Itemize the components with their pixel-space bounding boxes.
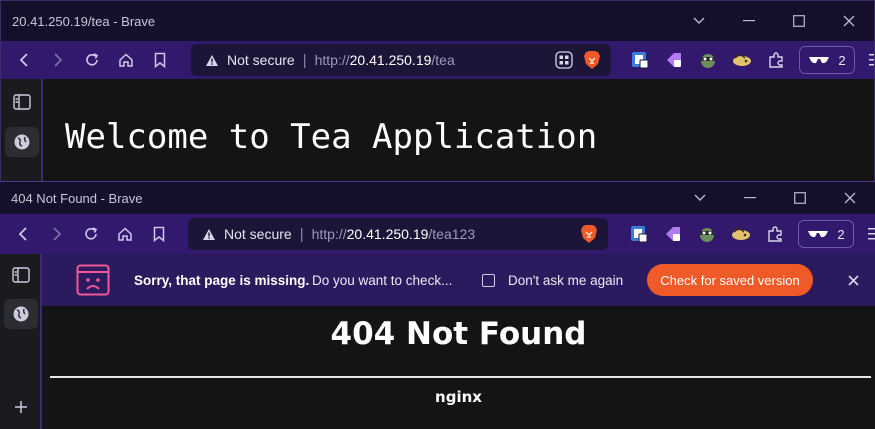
dragon-extension-icon[interactable] <box>725 45 759 75</box>
window-controls <box>674 1 874 41</box>
maximize-button[interactable] <box>774 1 824 41</box>
menu-icon[interactable] <box>860 219 875 249</box>
close-window-button[interactable] <box>825 182 875 214</box>
url-host: 20.41.250.19 <box>346 226 429 242</box>
check-saved-version-button[interactable]: Check for saved version <box>647 264 813 296</box>
sidebar <box>1 79 43 181</box>
web-page: Sorry, that page is missing. Do you want… <box>42 254 875 429</box>
url-scheme: http:// <box>314 52 350 68</box>
server-name: nginx <box>435 388 482 406</box>
address-separator: | <box>302 51 307 69</box>
tag-lock-icon[interactable] <box>656 219 690 249</box>
back-icon[interactable] <box>6 219 40 249</box>
extension-icon[interactable] <box>690 219 724 249</box>
infobar-title: Sorry, that page is missing. <box>134 272 310 288</box>
browser-window-404: 404 Not Found - Brave Not secure | http:… <box>0 181 875 429</box>
content-area: Welcome to Tea Application <box>1 79 874 181</box>
address-actions <box>580 218 598 250</box>
brave-lion-icon[interactable] <box>580 224 598 244</box>
dont-ask-checkbox[interactable] <box>482 273 495 287</box>
globe-icon[interactable] <box>4 299 38 329</box>
home-icon[interactable] <box>109 45 143 75</box>
url-host: 20.41.250.19 <box>349 52 432 68</box>
web-page: Welcome to Tea Application <box>43 79 874 181</box>
infobar-message: Do you want to check... <box>312 272 453 288</box>
sidebar-toggle-icon[interactable] <box>4 260 38 290</box>
address-actions <box>555 44 601 76</box>
url-path: /tea <box>431 52 455 68</box>
wallet-count: 2 <box>837 226 845 242</box>
close-window-button[interactable] <box>824 1 874 41</box>
address-separator: | <box>299 225 304 243</box>
wallet-button[interactable]: 2 <box>798 220 854 248</box>
window-title: 404 Not Found - Brave <box>11 190 143 206</box>
dont-ask-label[interactable]: Don't ask me again <box>508 273 623 288</box>
brave-lion-icon[interactable] <box>583 50 601 70</box>
dragon-extension-icon[interactable] <box>724 219 758 249</box>
sad-page-icon <box>76 264 110 296</box>
forward-icon[interactable] <box>41 45 75 75</box>
puzzle-icon[interactable] <box>758 219 792 249</box>
title-bar: 404 Not Found - Brave <box>0 182 875 214</box>
bitwarden-lock-icon[interactable] <box>622 219 656 249</box>
reload-icon[interactable] <box>74 219 108 249</box>
tab-search-chevron-icon[interactable] <box>674 1 724 41</box>
close-icon[interactable] <box>841 268 865 292</box>
minimize-button[interactable] <box>725 182 775 214</box>
sunglasses-icon <box>809 57 830 64</box>
warning-icon <box>203 228 215 240</box>
home-icon[interactable] <box>108 219 142 249</box>
sidebar-toggle-icon[interactable] <box>5 87 39 117</box>
url-path: /tea123 <box>428 226 476 242</box>
forward-icon[interactable] <box>40 219 74 249</box>
browser-window-tea: 20.41.250.19/tea - Brave Not secure | ht… <box>0 0 875 182</box>
url-scheme: http:// <box>311 226 347 242</box>
grid-icon[interactable] <box>555 51 573 69</box>
page-heading: Welcome to Tea Application <box>65 117 598 157</box>
security-label: Not secure <box>227 52 295 68</box>
tag-lock-icon[interactable] <box>657 45 691 75</box>
bookmark-icon[interactable] <box>142 219 176 249</box>
sunglasses-icon <box>808 231 829 238</box>
divider <box>50 376 871 378</box>
bookmark-icon[interactable] <box>143 45 177 75</box>
toolbar: Not secure | http://20.41.250.19/tea 2 <box>1 41 874 79</box>
plus-icon[interactable] <box>4 392 38 422</box>
back-icon[interactable] <box>7 45 41 75</box>
page-heading: 404 Not Found <box>330 316 587 352</box>
globe-icon[interactable] <box>5 127 39 157</box>
content-area: Sorry, that page is missing. Do you want… <box>0 254 875 429</box>
extensions-area: 2 <box>622 214 875 254</box>
maximize-button[interactable] <box>775 182 825 214</box>
warning-icon <box>206 54 218 66</box>
extension-icon[interactable] <box>691 45 725 75</box>
window-controls <box>675 182 875 214</box>
wallet-count: 2 <box>838 52 846 68</box>
url-text: http://20.41.250.19/tea123 <box>312 226 476 242</box>
wallet-button[interactable]: 2 <box>799 46 855 74</box>
address-bar[interactable]: Not secure | http://20.41.250.19/tea <box>191 44 611 76</box>
url-text: http://20.41.250.19/tea <box>315 52 455 68</box>
toolbar: Not secure | http://20.41.250.19/tea123 <box>0 214 875 254</box>
extensions-area: 2 <box>623 41 874 79</box>
sidebar <box>0 254 42 429</box>
missing-page-infobar: Sorry, that page is missing. Do you want… <box>42 254 875 306</box>
menu-icon[interactable] <box>861 45 874 75</box>
address-bar[interactable]: Not secure | http://20.41.250.19/tea123 <box>188 218 608 250</box>
tab-search-chevron-icon[interactable] <box>675 182 725 214</box>
minimize-button[interactable] <box>724 1 774 41</box>
bitwarden-lock-icon[interactable] <box>623 45 657 75</box>
window-title: 20.41.250.19/tea - Brave <box>12 13 156 29</box>
reload-icon[interactable] <box>75 45 109 75</box>
page-body: 404 Not Found nginx <box>42 306 875 429</box>
puzzle-icon[interactable] <box>759 45 793 75</box>
title-bar: 20.41.250.19/tea - Brave <box>1 1 874 41</box>
security-label: Not secure <box>224 226 292 242</box>
